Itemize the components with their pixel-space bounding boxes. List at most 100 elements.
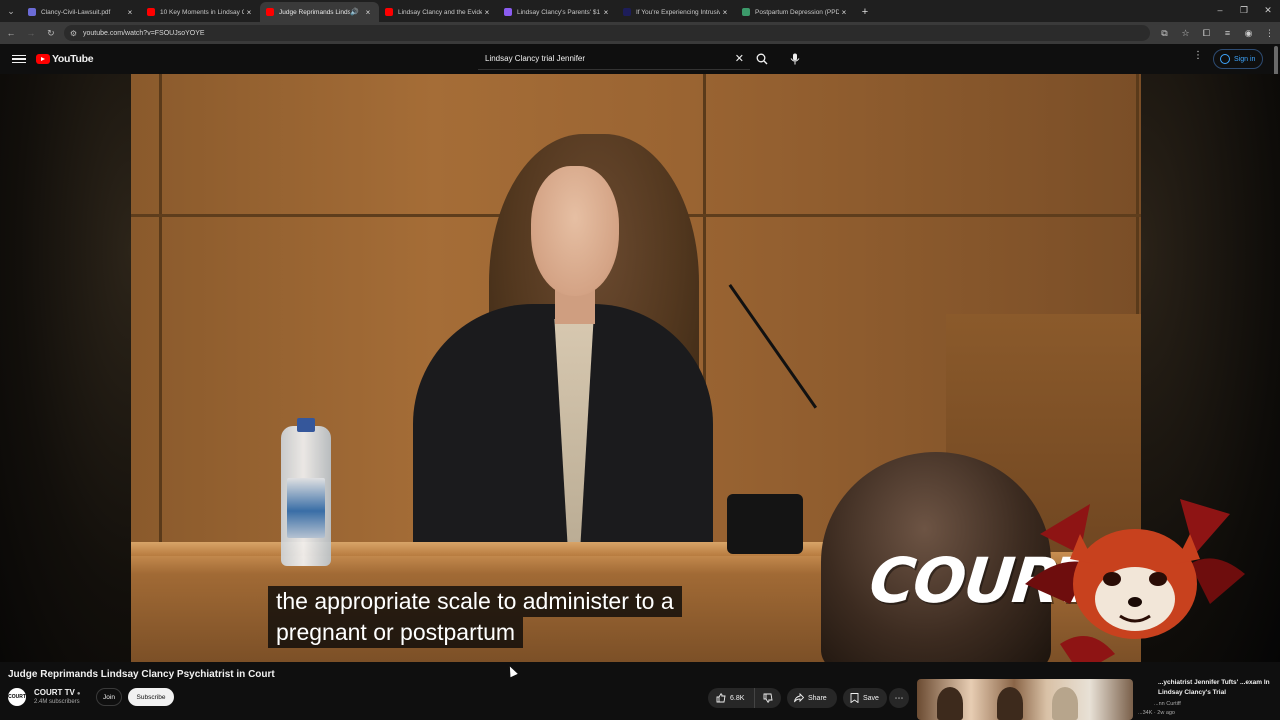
search-icon <box>756 53 768 65</box>
subscriber-count: 2.4M subscribers <box>34 699 80 705</box>
microphone-icon <box>790 53 800 65</box>
water-bottle <box>281 418 331 566</box>
browser-tab[interactable]: If You're Experiencing Intrusive × <box>617 2 736 22</box>
subscribe-button[interactable]: Subscribe <box>128 688 174 706</box>
tab-favicon-icon <box>742 8 750 16</box>
address-bar[interactable]: ⚙ youtube.com/watch?v=FSOUJsoYOYE <box>63 25 1150 41</box>
new-tab-button[interactable]: + <box>855 2 875 22</box>
back-icon[interactable]: ← <box>2 24 20 42</box>
tab-audio-icon[interactable]: 🔊 <box>350 8 359 16</box>
clear-search-icon[interactable]: ✕ <box>735 52 744 65</box>
youtube-play-icon <box>36 54 50 64</box>
minimize-icon[interactable]: – <box>1208 0 1232 20</box>
thumbs-up-icon <box>716 693 726 703</box>
tab-favicon-icon <box>504 8 512 16</box>
join-button[interactable]: Join <box>96 688 122 706</box>
red-panda-mascot-icon <box>1025 499 1245 662</box>
browser-tab[interactable]: Judge Reprimands Lindsay 🔊 × <box>260 2 379 22</box>
channel-name[interactable]: COURT TV ● <box>34 688 81 697</box>
close-window-icon[interactable]: ✕ <box>1256 0 1280 20</box>
channel-avatar[interactable]: COURT <box>8 688 26 706</box>
profile-icon[interactable]: ◉ <box>1238 24 1259 42</box>
recommended-video-title[interactable]: ...ychiatrist Jennifer Tufts' ...exam In… <box>1158 678 1270 698</box>
voice-search-button[interactable] <box>785 49 805 69</box>
thumbs-down-icon <box>763 693 773 703</box>
ambient-left <box>0 74 131 662</box>
browser-tab-strip: ⌄ Clancy-Civil-Lawsuit.pdf × 10 Key Moment… <box>0 0 1280 22</box>
dislike-button[interactable] <box>755 693 781 703</box>
like-button[interactable]: 6.8K <box>708 688 755 708</box>
share-button[interactable]: Share <box>787 688 837 708</box>
site-info-icon[interactable]: ⚙ <box>70 29 77 38</box>
tab-title: If You're Experiencing Intrusive <box>636 8 720 16</box>
microphone-stand <box>728 284 818 409</box>
tab-favicon-icon <box>28 8 36 16</box>
browser-tab[interactable]: Clancy-Civil-Lawsuit.pdf × <box>22 2 141 22</box>
tab-favicon-icon <box>385 8 393 16</box>
search-query-text: Lindsay Clancy trial Jennifer <box>485 54 586 63</box>
extensions-icon[interactable]: ⧠ <box>1196 24 1217 42</box>
tab-close-icon[interactable]: × <box>244 8 254 17</box>
closed-captions: the appropriate scale to administer to a… <box>268 586 682 648</box>
tab-favicon-icon <box>623 8 631 16</box>
search-button[interactable] <box>752 49 772 69</box>
tab-title: 10 Key Moments in Lindsay Cla <box>160 8 244 16</box>
restore-icon[interactable]: ❐ <box>1232 0 1256 20</box>
tab-title: Postpartum Depression (PPD) <box>755 8 839 16</box>
search-input[interactable]: Lindsay Clancy trial Jennifer ✕ <box>478 48 750 70</box>
tab-title: Clancy-Civil-Lawsuit.pdf <box>41 8 111 16</box>
recommended-views-age: ...34K · 2w ago <box>1138 710 1175 716</box>
tab-close-icon[interactable]: × <box>720 8 730 17</box>
mouse-cursor-icon <box>506 664 518 678</box>
settings-more-icon[interactable]: ⋮ <box>1193 51 1203 61</box>
recommended-video-meta: ...nn Curtiff ...34K · 2w ago <box>1138 700 1181 718</box>
video-player[interactable]: the appropriate scale to administer to a… <box>0 74 1280 662</box>
channel-name-text: COURT TV <box>34 688 75 697</box>
share-label: Share <box>808 694 827 702</box>
browser-menu-icon[interactable]: ⋮ <box>1259 24 1280 42</box>
caption-line-1: the appropriate scale to administer to a <box>268 586 682 617</box>
reload-icon[interactable]: ↻ <box>42 24 60 42</box>
tab-title: Lindsay Clancy and the Evidenc <box>398 8 482 16</box>
save-label: Save <box>863 694 879 702</box>
browser-tab[interactable]: Lindsay Clancy and the Evidenc × <box>379 2 498 22</box>
tab-favicon-icon <box>147 8 155 16</box>
bookmark-icon <box>850 693 859 703</box>
microphone-base <box>727 494 803 554</box>
media-icon[interactable]: ≡ <box>1217 24 1238 42</box>
forward-icon[interactable]: → <box>22 24 40 42</box>
tab-title: Lindsay Clancy's Parents' $1 Mi <box>517 8 601 16</box>
tab-close-icon[interactable]: × <box>125 8 135 17</box>
tab-close-icon[interactable]: × <box>839 8 849 17</box>
witness-face <box>531 166 619 296</box>
caption-line-2: pregnant or postpartum <box>268 617 524 648</box>
verified-badge-icon: ● <box>76 691 81 697</box>
more-actions-button[interactable]: ⋯ <box>889 688 909 708</box>
like-count: 6.8K <box>730 694 745 702</box>
url-text: youtube.com/watch?v=FSOUJsoYOYE <box>82 29 205 37</box>
youtube-wordmark: YouTube <box>52 53 94 65</box>
youtube-masthead: YouTube Lindsay Clancy trial Jennifer ✕ … <box>0 44 1280 74</box>
sign-in-button[interactable]: Sign in <box>1213 49 1263 69</box>
tab-search-icon[interactable]: ⌄ <box>0 0 22 22</box>
recommended-channel: ...nn Curtiff <box>1154 701 1181 707</box>
tab-favicon-icon <box>266 8 274 16</box>
browser-toolbar: ← → ↻ ⚙ youtube.com/watch?v=FSOUJsoYOYE … <box>0 22 1280 44</box>
browser-tab[interactable]: Postpartum Depression (PPD) × <box>736 2 855 22</box>
tab-close-icon[interactable]: × <box>363 8 373 17</box>
browser-tab[interactable]: Lindsay Clancy's Parents' $1 Mi × <box>498 2 617 22</box>
youtube-logo[interactable]: YouTube <box>36 53 94 65</box>
guide-menu-icon[interactable] <box>12 54 26 64</box>
tab-close-icon[interactable]: × <box>482 8 492 17</box>
tab-close-icon[interactable]: × <box>601 8 611 17</box>
bookmark-star-icon[interactable]: ☆ <box>1175 24 1196 42</box>
recommended-video-thumbnail[interactable] <box>917 679 1133 720</box>
browser-tab[interactable]: 10 Key Moments in Lindsay Cla × <box>141 2 260 22</box>
like-dislike-group: 6.8K <box>708 688 781 708</box>
cast-icon[interactable]: ⧉ <box>1154 24 1175 42</box>
account-icon <box>1220 54 1230 64</box>
share-icon <box>794 693 804 703</box>
save-button[interactable]: Save <box>843 688 887 708</box>
tab-title: Judge Reprimands Lindsay <box>279 8 351 16</box>
sign-in-label: Sign in <box>1234 55 1256 63</box>
